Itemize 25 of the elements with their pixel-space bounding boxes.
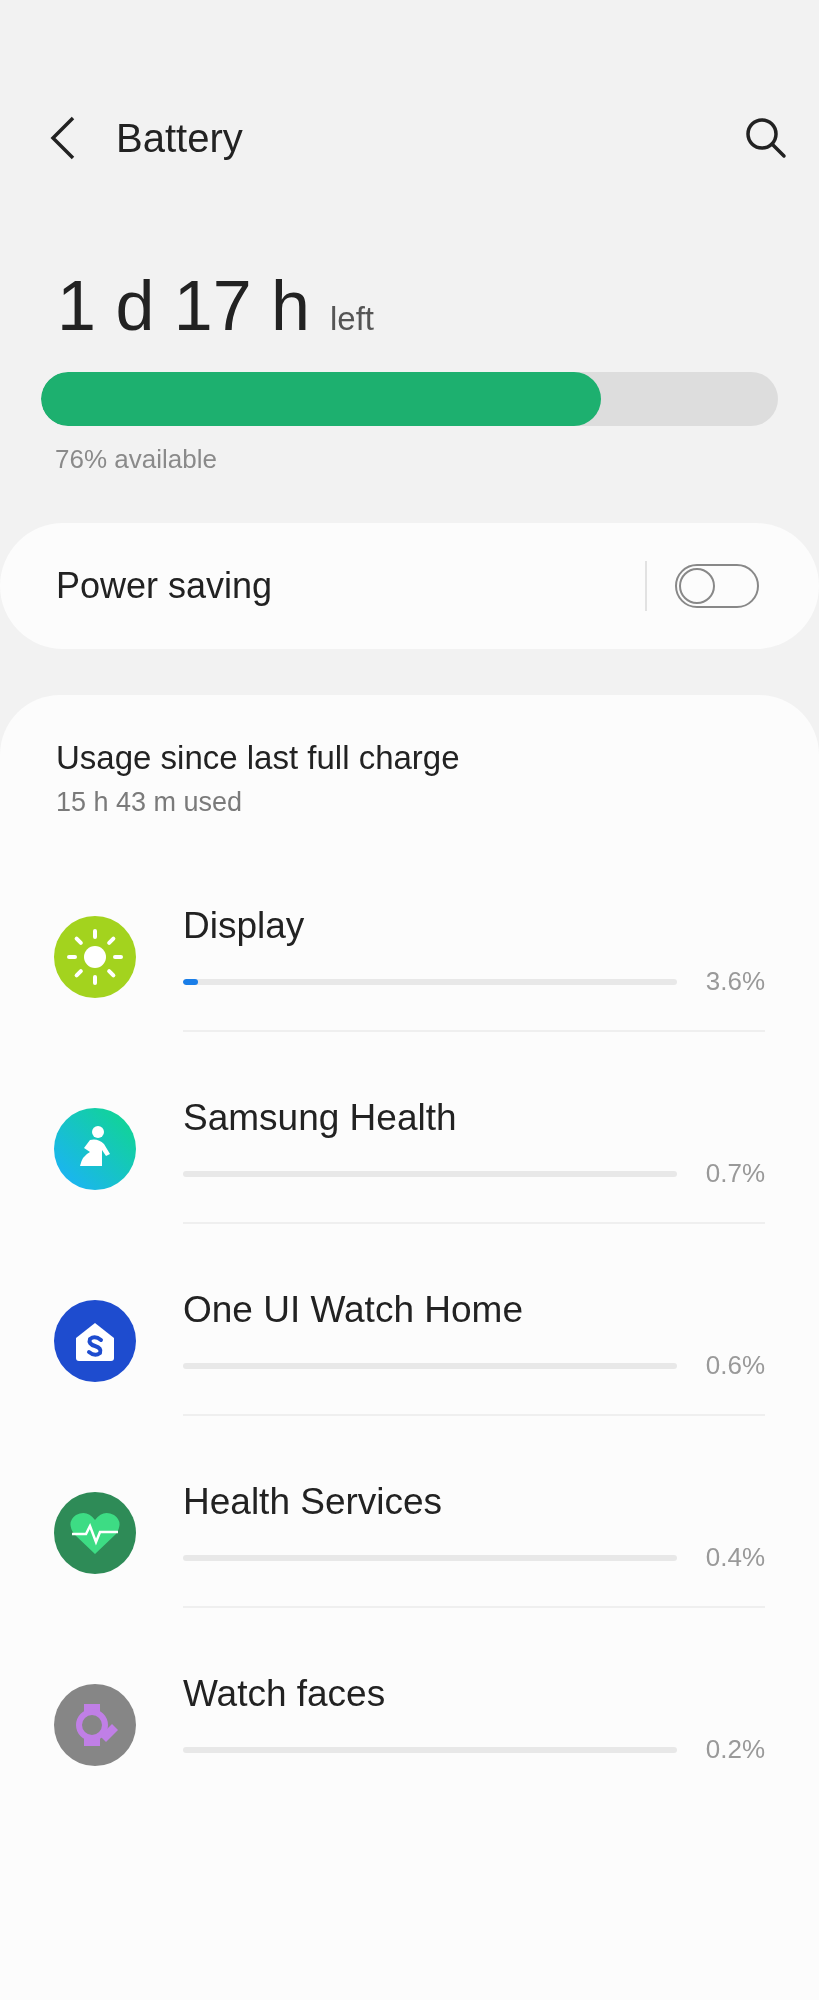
power-saving-label: Power saving	[56, 565, 274, 607]
usage-title: Usage since last full charge	[56, 739, 461, 777]
runner-icon	[54, 1108, 136, 1190]
house-icon	[54, 1300, 136, 1382]
usage-percent: 0.4%	[704, 1542, 765, 1573]
usage-percent: 3.6%	[704, 966, 765, 997]
app-name[interactable]: Display	[183, 904, 305, 948]
usage-percent: 0.7%	[704, 1158, 765, 1189]
power-saving-toggle[interactable]	[675, 564, 759, 608]
search-button[interactable]	[745, 117, 787, 159]
back-button[interactable]	[50, 116, 76, 160]
battery-available: 76% available	[55, 444, 218, 475]
time-remaining: 1 d 17 h	[57, 266, 310, 346]
app-name[interactable]: One UI Watch Home	[183, 1288, 523, 1332]
app-name[interactable]: Samsung Health	[183, 1096, 457, 1140]
watch-icon	[54, 1684, 136, 1766]
app-name[interactable]: Watch faces	[183, 1672, 386, 1716]
app-name[interactable]: Health Services	[183, 1480, 443, 1524]
power-saving-card[interactable]: Power saving	[0, 523, 819, 649]
sun-icon	[54, 916, 136, 998]
usage-percent: 0.6%	[704, 1350, 765, 1381]
usage-subtitle: 15 h 43 m used	[56, 787, 244, 818]
usage-percent: 0.2%	[704, 1734, 765, 1765]
page-title: Battery	[116, 115, 244, 161]
time-suffix: left	[330, 300, 375, 338]
